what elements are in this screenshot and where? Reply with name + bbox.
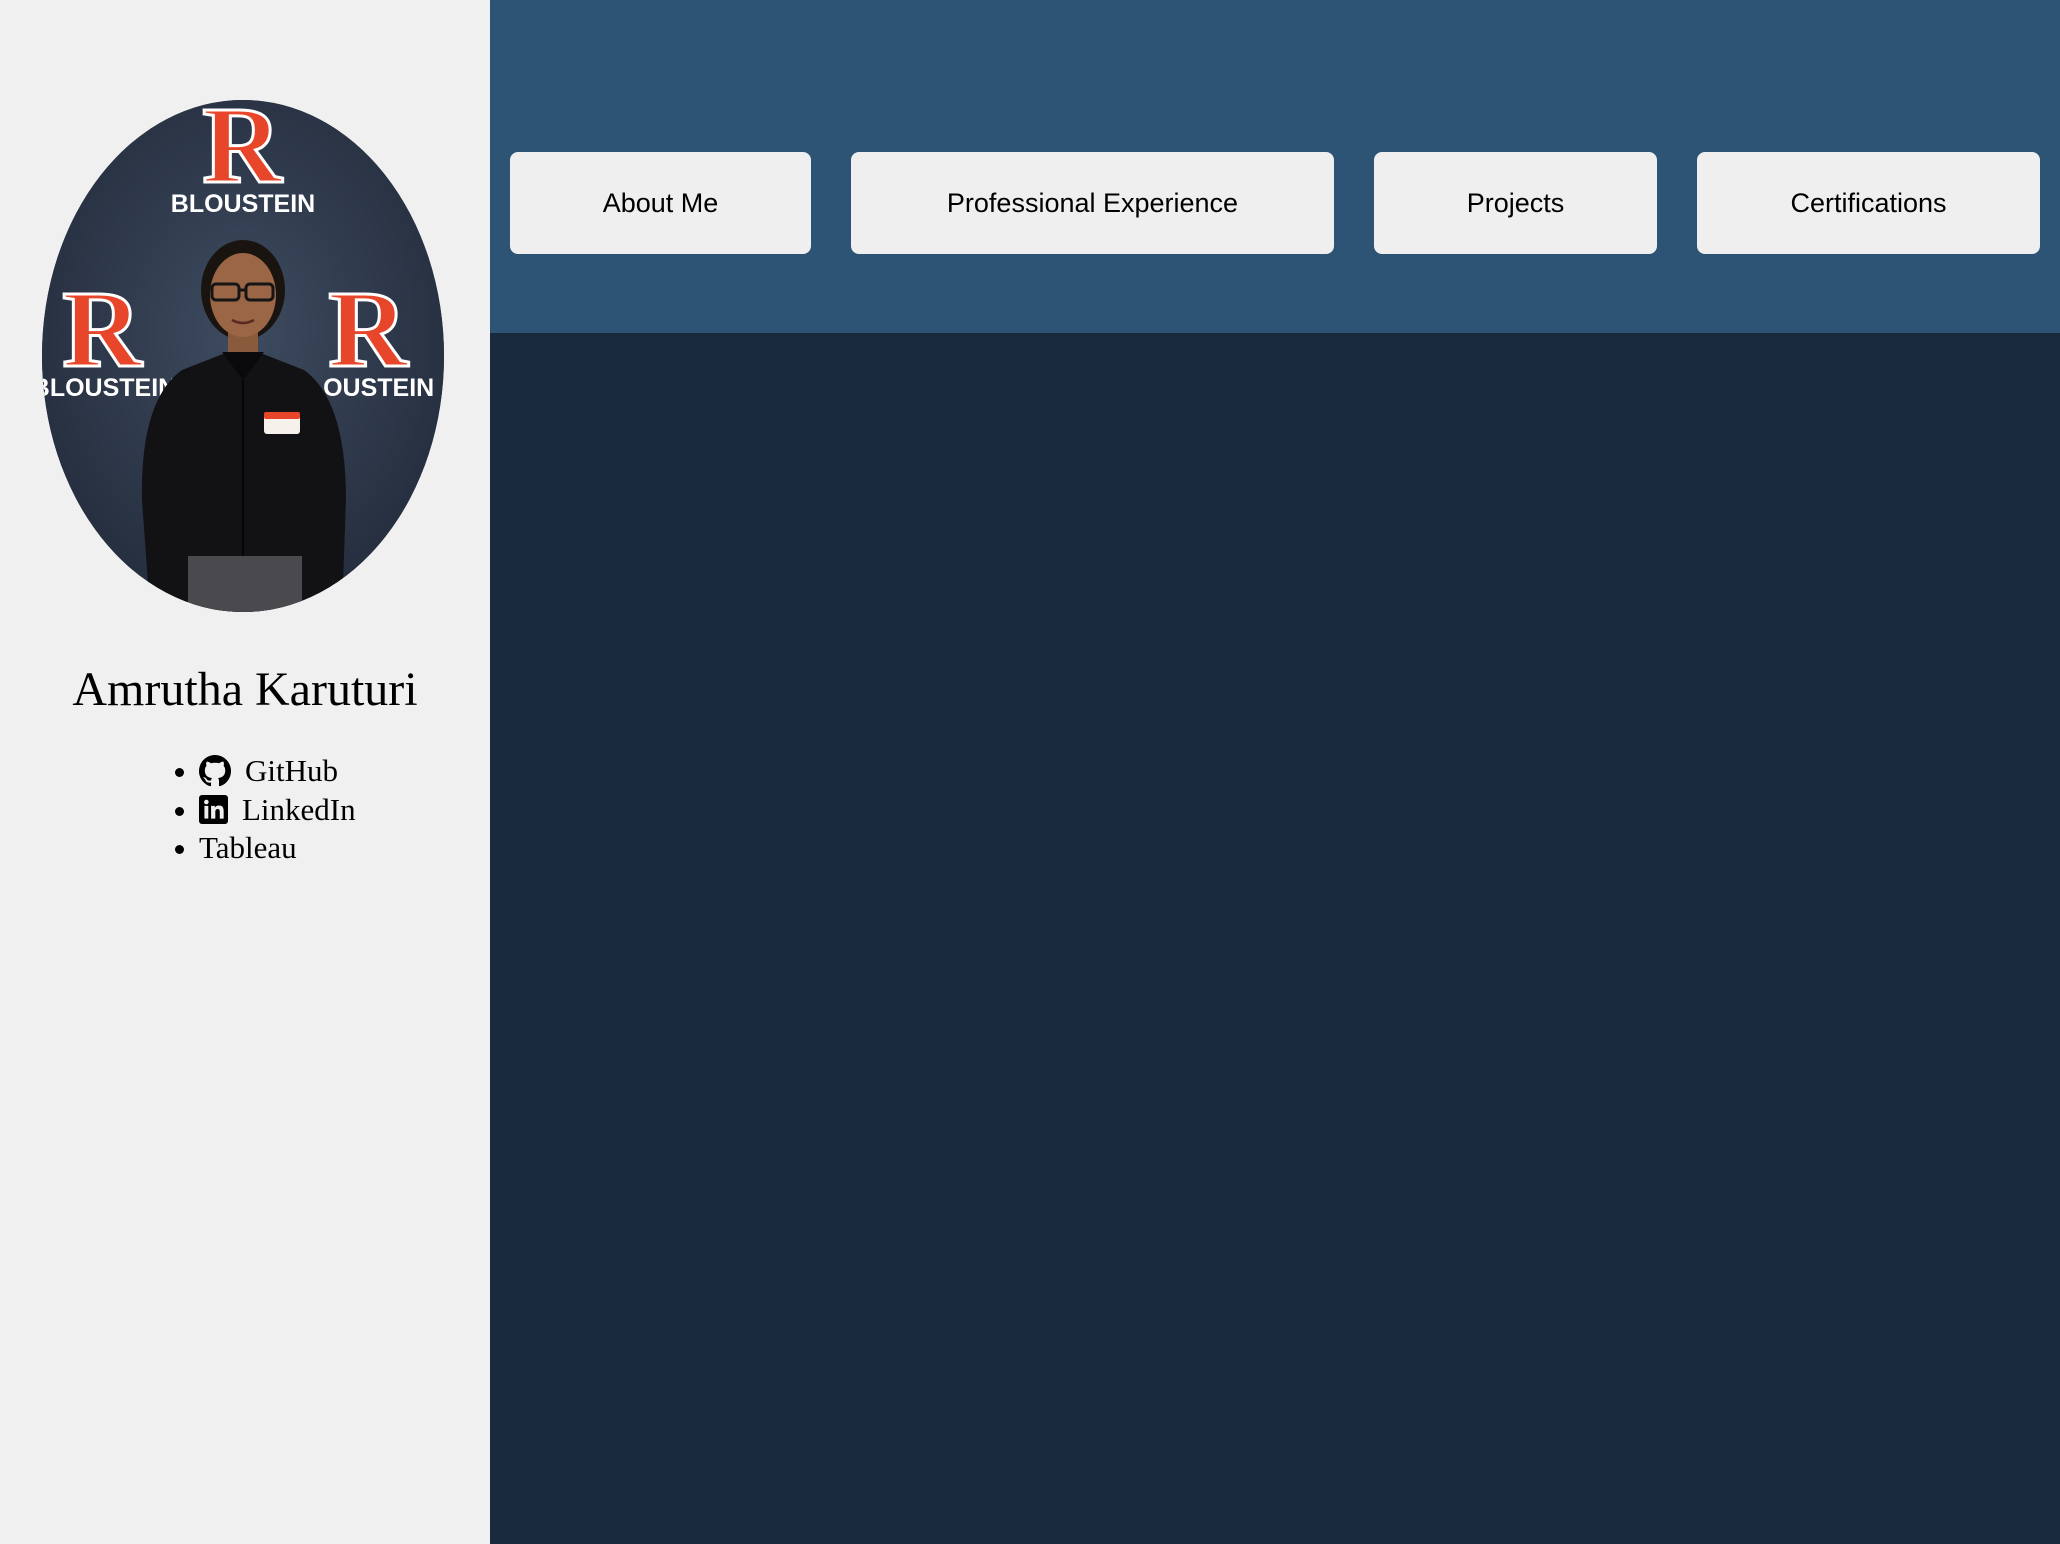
github-link-label: GitHub bbox=[245, 753, 338, 788]
github-link[interactable]: GitHub bbox=[175, 752, 356, 791]
avatar: R BLOUSTEIN R BLOUSTEIN R BLOUSTEIN bbox=[42, 100, 444, 612]
social-links: GitHub LinkedIn Tableau bbox=[175, 752, 356, 868]
profile-name: Amrutha Karuturi bbox=[72, 663, 418, 716]
linkedin-icon bbox=[199, 795, 228, 825]
svg-text:R: R bbox=[328, 268, 409, 390]
nav-about-me-button[interactable]: About Me bbox=[510, 152, 811, 254]
linkedin-link-label: LinkedIn bbox=[242, 791, 356, 827]
profile-photo: R BLOUSTEIN R BLOUSTEIN R BLOUSTEIN bbox=[42, 100, 444, 612]
svg-text:BLOUSTEIN: BLOUSTEIN bbox=[42, 374, 176, 402]
nav-projects-button[interactable]: Projects bbox=[1374, 152, 1657, 254]
linkedin-link[interactable]: LinkedIn bbox=[175, 791, 356, 830]
svg-text:R: R bbox=[62, 268, 143, 390]
main-content bbox=[490, 333, 2060, 1544]
nav-professional-experience-button[interactable]: Professional Experience bbox=[851, 152, 1334, 254]
top-nav-bar: About Me Professional Experience Project… bbox=[490, 0, 2060, 333]
github-icon bbox=[199, 755, 231, 787]
svg-text:BLOUSTEIN: BLOUSTEIN bbox=[171, 190, 315, 218]
tableau-link-label: Tableau bbox=[199, 830, 297, 865]
tableau-link[interactable]: Tableau bbox=[175, 829, 356, 868]
nav-certifications-button[interactable]: Certifications bbox=[1697, 152, 2040, 254]
sidebar: R BLOUSTEIN R BLOUSTEIN R BLOUSTEIN Amru… bbox=[0, 0, 490, 1544]
